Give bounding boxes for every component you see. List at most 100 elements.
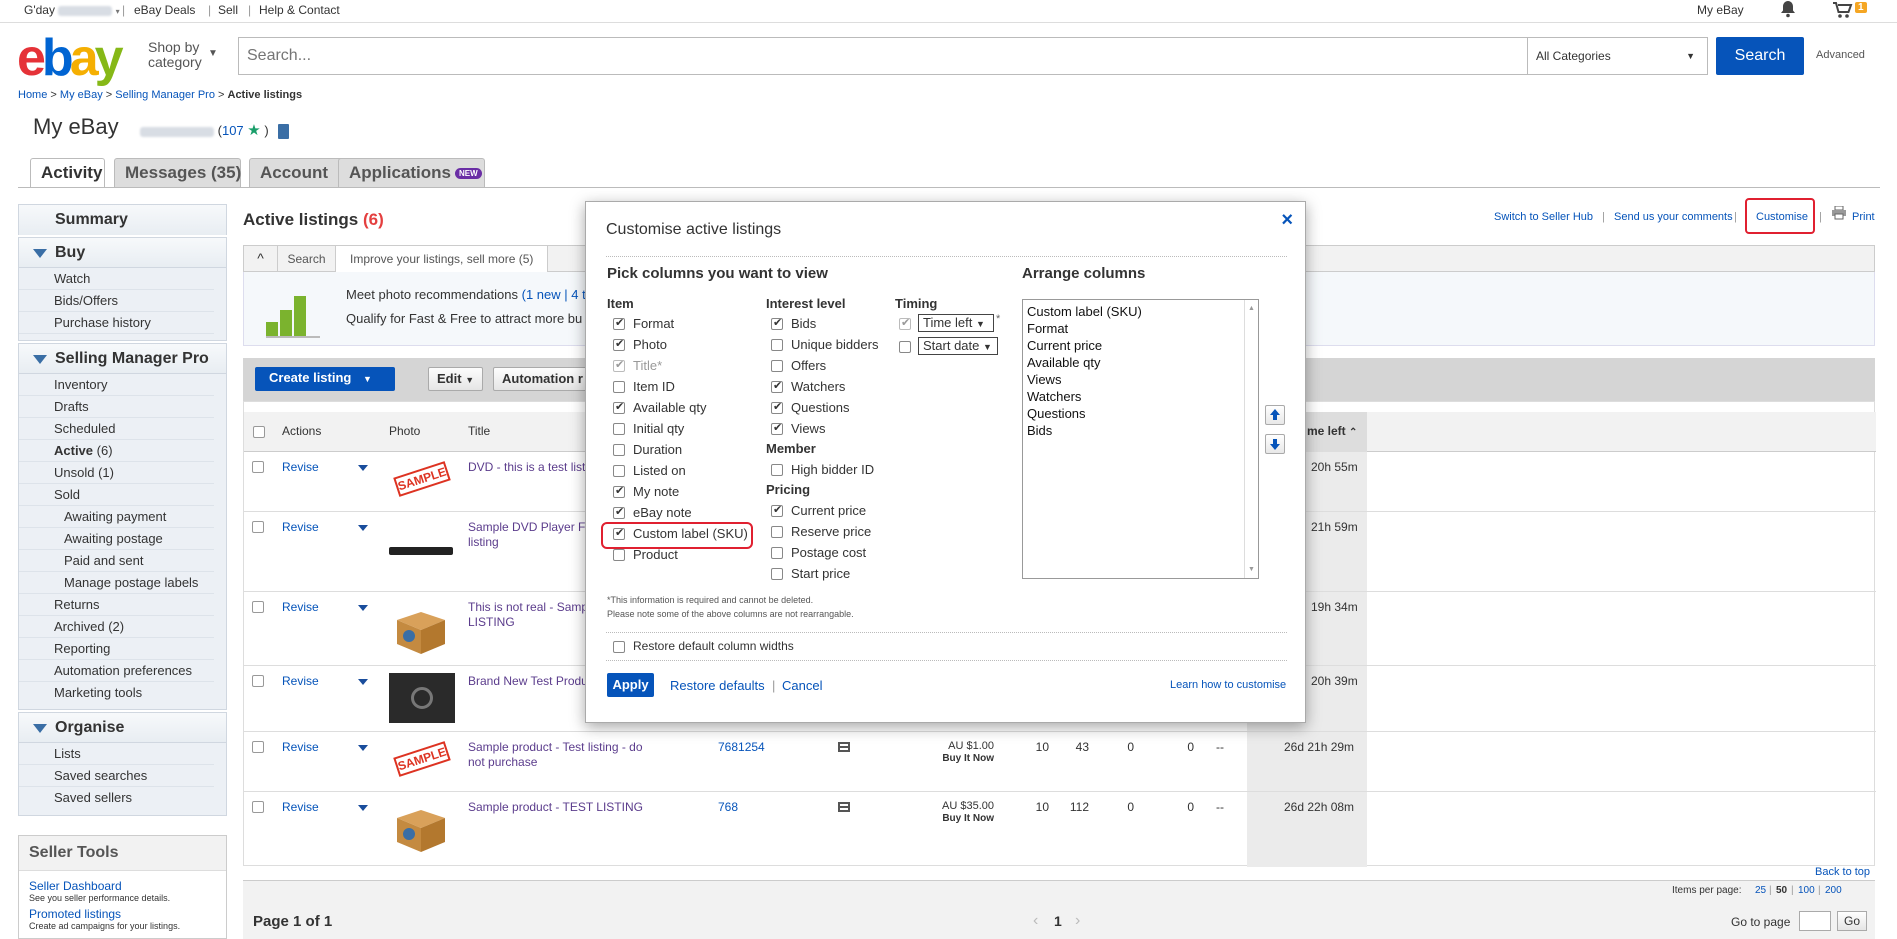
automation-button[interactable]: Automation r	[493, 367, 593, 391]
checkbox[interactable]	[771, 464, 783, 476]
prev-page-icon[interactable]: ‹	[1033, 912, 1038, 930]
row-checkbox[interactable]	[252, 741, 264, 753]
revise-link[interactable]: Revise	[282, 800, 319, 814]
feedback-score-link[interactable]: 107	[222, 123, 244, 138]
box-thumbnail[interactable]	[389, 602, 455, 654]
box-thumbnail[interactable]	[389, 800, 455, 852]
nav-item-archived[interactable]: Archived (2)	[19, 616, 214, 638]
nav-buy-header[interactable]: Buy	[19, 238, 226, 268]
checkbox[interactable]	[771, 526, 783, 538]
nav-item-automation[interactable]: Automation preferences	[19, 660, 214, 682]
breadcrumb-my-ebay[interactable]: My eBay	[60, 89, 103, 101]
row-checkbox[interactable]	[252, 801, 264, 813]
tab-activity[interactable]: Activity	[30, 158, 105, 188]
chevron-down-icon[interactable]	[358, 745, 368, 751]
advanced-search-link[interactable]: Advanced	[1816, 49, 1865, 61]
ipp-200[interactable]: 200	[1825, 885, 1842, 896]
sample-stamp-thumbnail[interactable]: SAMPLE	[389, 737, 455, 787]
greeting[interactable]: G'day ▾	[24, 3, 120, 17]
nav-item-lists[interactable]: Lists	[19, 743, 214, 765]
search-box[interactable]	[238, 37, 1528, 75]
revise-link[interactable]: Revise	[282, 674, 319, 688]
car-interior-thumbnail[interactable]	[389, 673, 455, 723]
listing-title-link[interactable]: Sample DVD Player F listing	[468, 520, 588, 550]
row-checkbox[interactable]	[252, 675, 264, 687]
promoted-listings-link[interactable]: Promoted listings	[19, 903, 226, 921]
ipp-100[interactable]: 100	[1798, 885, 1815, 896]
listing-title-link[interactable]: Sample product - TEST LISTING	[468, 800, 658, 815]
next-page-icon[interactable]: ›	[1075, 912, 1080, 930]
row-checkbox[interactable]	[252, 601, 264, 613]
checkbox[interactable]	[771, 547, 783, 559]
nav-item-active[interactable]: Active (6)	[19, 440, 214, 462]
nav-item-saved-searches[interactable]: Saved searches	[19, 765, 214, 787]
start-date-select[interactable]: Start date ▼	[918, 337, 998, 355]
checkbox[interactable]	[613, 423, 625, 435]
breadcrumb-selling-manager-pro[interactable]: Selling Manager Pro	[115, 89, 215, 101]
column-title[interactable]: Title	[468, 424, 490, 438]
move-down-button[interactable]	[1265, 434, 1285, 454]
my-ebay-link[interactable]: My eBay	[1697, 3, 1744, 17]
chevron-down-icon[interactable]	[358, 679, 368, 685]
nav-item-awaiting-payment[interactable]: Awaiting payment	[19, 506, 214, 528]
go-to-page-input[interactable]	[1799, 911, 1831, 931]
phone-icon[interactable]	[278, 124, 290, 140]
checkbox[interactable]	[613, 505, 625, 519]
checkbox[interactable]	[613, 549, 625, 561]
chevron-down-icon[interactable]	[358, 525, 368, 531]
learn-customise-link[interactable]: Learn how to customise	[1170, 679, 1286, 691]
nav-item-manage-labels[interactable]: Manage postage labels	[19, 572, 214, 594]
chevron-down-icon[interactable]	[358, 605, 368, 611]
close-icon[interactable]: ×	[1281, 209, 1293, 232]
send-comments-link[interactable]: Send us your comments	[1614, 211, 1733, 223]
print-link[interactable]: Print	[1852, 211, 1875, 223]
tab-improve-listings[interactable]: Improve your listings, sell more (5)	[336, 246, 549, 272]
notification-bell-icon[interactable]	[1780, 0, 1796, 21]
ipp-25[interactable]: 25	[1755, 885, 1766, 896]
arrange-list-item[interactable]: Current price	[1027, 337, 1254, 354]
nav-item-drafts[interactable]: Drafts	[19, 396, 214, 418]
collapse-chevron-icon[interactable]: ^	[244, 246, 278, 272]
arrange-list-item[interactable]: Views	[1027, 371, 1254, 388]
nav-item-awaiting-postage[interactable]: Awaiting postage	[19, 528, 214, 550]
nav-item-bids-offers[interactable]: Bids/Offers	[19, 290, 214, 312]
nav-item-unsold[interactable]: Unsold (1)	[19, 462, 214, 484]
item-id-link[interactable]: 768	[718, 800, 738, 814]
scroll-down-icon[interactable]: ▼	[1248, 561, 1255, 578]
cancel-link[interactable]: Cancel	[782, 678, 822, 693]
nav-item-marketing[interactable]: Marketing tools	[19, 682, 214, 704]
nav-item-inventory[interactable]: Inventory	[19, 374, 214, 396]
arrange-list-item[interactable]: Custom label (SKU)	[1027, 303, 1254, 320]
nav-item-returns[interactable]: Returns	[19, 594, 214, 616]
checkbox[interactable]	[771, 360, 783, 372]
checkbox[interactable]	[613, 526, 625, 540]
checkbox[interactable]	[771, 400, 783, 414]
back-to-top-link[interactable]: Back to top	[1815, 866, 1870, 878]
arrange-list-item[interactable]: Bids	[1027, 422, 1254, 439]
row-checkbox[interactable]	[252, 521, 264, 533]
search-button[interactable]: Search	[1716, 37, 1804, 75]
nav-summary[interactable]: Summary	[19, 205, 226, 235]
listing-title-link[interactable]: This is not real - Samp LISTING	[468, 600, 598, 630]
listing-title-link[interactable]: Sample product - Test listing - do not p…	[468, 740, 658, 770]
search-input[interactable]	[239, 38, 1527, 74]
cart-icon[interactable]	[1832, 1, 1854, 22]
printer-icon[interactable]	[1831, 205, 1847, 223]
create-listing-button[interactable]: Create listing ▼	[255, 367, 395, 391]
arrange-columns-list[interactable]: Custom label (SKU) Format Current price …	[1022, 299, 1259, 579]
checkbox[interactable]	[613, 484, 625, 498]
ebay-deals-link[interactable]: eBay Deals	[134, 3, 195, 17]
checkbox[interactable]	[613, 400, 625, 414]
nav-item-watch[interactable]: Watch	[19, 268, 214, 290]
seller-dashboard-link[interactable]: Seller Dashboard	[19, 871, 226, 893]
tab-applications[interactable]: Applications NEW	[338, 158, 485, 187]
time-left-select[interactable]: Time left ▼	[918, 314, 994, 332]
sell-link[interactable]: Sell	[218, 3, 238, 17]
arrange-list-item[interactable]: Available qty	[1027, 354, 1254, 371]
dvd-player-thumbnail[interactable]	[389, 527, 455, 577]
tab-messages[interactable]: Messages (35)	[114, 158, 241, 187]
chevron-down-icon[interactable]	[358, 465, 368, 471]
row-checkbox[interactable]	[252, 461, 264, 473]
breadcrumb-home[interactable]: Home	[18, 89, 47, 101]
revise-link[interactable]: Revise	[282, 740, 319, 754]
